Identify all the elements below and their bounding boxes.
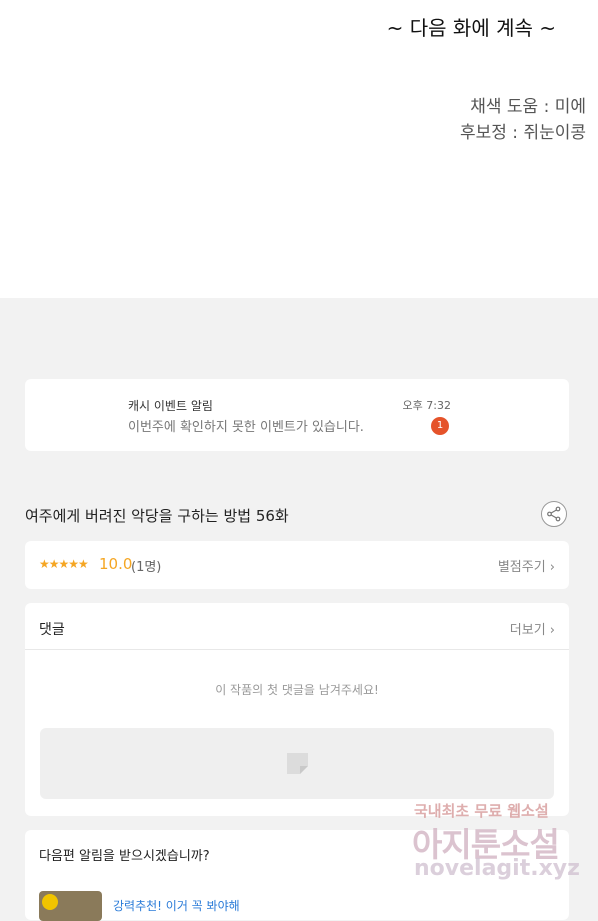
clock-icon — [42, 894, 58, 910]
comments-card: 댓글 더보기 › 이 작품의 첫 댓글을 남겨주세요! — [25, 603, 569, 816]
rate-button[interactable]: 별점주기 › — [498, 556, 555, 575]
rating-stars: ★★★★★ — [39, 557, 89, 571]
notification-card[interactable]: 캐시 이벤트 알림 이번주에 확인하지 못한 이벤트가 있습니다. 오후 7:3… — [25, 379, 569, 451]
comments-header: 댓글 — [39, 622, 65, 638]
share-button[interactable] — [541, 501, 567, 527]
recommendation-thumbnail[interactable] — [39, 891, 102, 921]
notification-time: 오후 7:32 — [402, 399, 451, 412]
credit-coloring: 채색 도움 : 미에 — [470, 97, 586, 117]
comments-empty-message: 이 작품의 첫 댓글을 남겨주세요! — [215, 683, 379, 697]
notification-title: 캐시 이벤트 알림 — [128, 399, 213, 413]
comment-input[interactable] — [40, 728, 554, 799]
share-icon — [547, 506, 561, 522]
credit-postprocess: 후보정 : 쥐눈이콩 — [459, 123, 586, 143]
notification-body: 이번주에 확인하지 못한 이벤트가 있습니다. — [128, 420, 364, 435]
notification-badge: 1 — [431, 417, 449, 435]
rating-card: ★★★★★ 10.0 (1명) 별점주기 › — [25, 541, 569, 589]
subscribe-question: 다음편 알림을 받으시겠습니까? — [39, 849, 210, 864]
rating-score: 10.0 — [99, 555, 133, 573]
divider — [25, 649, 569, 650]
watermark: 국내최초 무료 웹소설 아지툰소설 novelagit.xyz — [410, 800, 590, 900]
credits: 채색 도움 : 미에 후보정 : 쥐눈이콩 — [460, 94, 586, 146]
comments-more-button[interactable]: 더보기 › — [510, 619, 555, 638]
write-icon — [287, 753, 308, 774]
to-be-continued-text: ~ 다음 화에 계속 ~ — [386, 16, 556, 40]
watermark-url: novelagit.xyz — [414, 856, 580, 881]
rating-count: (1명) — [131, 560, 162, 575]
episode-title: 여주에게 버려진 악당을 구하는 방법 56화 — [25, 507, 289, 525]
viewer-end-panel: ~ 다음 화에 계속 ~ 채색 도움 : 미에 후보정 : 쥐눈이콩 — [0, 0, 598, 298]
